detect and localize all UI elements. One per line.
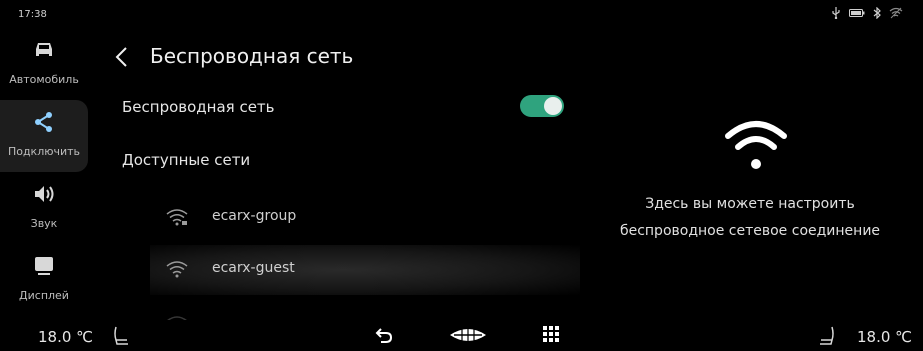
network-name: ecarx-guest: [212, 260, 295, 276]
info-line-2: беспроводное сетевое соединение: [619, 223, 881, 239]
bluetooth-icon: [873, 7, 881, 19]
right-temperature[interactable]: 18.0 ℃: [857, 328, 912, 346]
speaker-icon: [35, 186, 54, 202]
sidebar-item-sound[interactable]: Звук: [0, 172, 88, 244]
wifi-off-icon: [889, 7, 903, 19]
wifi-icon: [166, 261, 188, 278]
usb-icon: [832, 7, 840, 19]
sidebar-item-label: Подключить: [7, 145, 81, 158]
available-networks-label: Доступные сети: [122, 151, 251, 169]
seat-right-icon[interactable]: [818, 326, 836, 346]
wifi-info: Здесь вы можете настроить беспроводное с…: [600, 110, 900, 260]
sidebar-item-display[interactable]: Дисплей: [0, 244, 88, 316]
wifi-large-icon: [725, 121, 787, 169]
status-time: 17:38: [18, 9, 47, 20]
status-bar: 17:38: [0, 0, 923, 28]
wifi-lock-icon: [166, 209, 188, 226]
network-item-partial[interactable]: [150, 300, 580, 320]
sidebar-item-label: Звук: [30, 217, 58, 230]
network-name: ecarx-group: [212, 208, 297, 224]
network-item[interactable]: ecarx-guest: [150, 245, 580, 295]
battery-icon: [849, 9, 865, 17]
car-icon: [36, 43, 52, 56]
toggle-knob: [544, 97, 562, 115]
back-arrow-icon[interactable]: [112, 45, 132, 69]
share-icon: [35, 112, 52, 132]
info-line-1: Здесь вы можете настроить: [645, 196, 855, 212]
wifi-settings-panel: Беспроводная сеть Беспроводная сеть Дост…: [90, 28, 610, 320]
seat-left-icon[interactable]: [112, 326, 130, 346]
sidebar-item-label: Автомобиль: [9, 73, 79, 86]
wifi-toggle-label: Беспроводная сеть: [122, 98, 275, 116]
network-item[interactable]: ecarx-group: [150, 193, 580, 243]
sidebar: Автомобиль Подключить Звук Дисплей: [0, 28, 88, 308]
back-icon[interactable]: [375, 326, 393, 344]
status-icons: [831, 7, 903, 19]
wifi-toggle[interactable]: [520, 95, 564, 117]
sidebar-item-label: Дисплей: [19, 289, 69, 302]
left-temperature[interactable]: 18.0 ℃: [38, 328, 93, 346]
display-icon: [35, 257, 53, 275]
sidebar-item-connect[interactable]: Подключить: [0, 100, 88, 172]
car-logo-icon[interactable]: [448, 326, 488, 344]
page-title: Беспроводная сеть: [150, 44, 354, 68]
network-list: ecarx-group ecarx-guest: [90, 188, 610, 320]
sidebar-item-vehicle[interactable]: Автомобиль: [0, 28, 88, 100]
bottom-bar: 18.0 ℃ 18.0 ℃: [0, 320, 923, 351]
apps-grid-icon[interactable]: [543, 326, 559, 342]
